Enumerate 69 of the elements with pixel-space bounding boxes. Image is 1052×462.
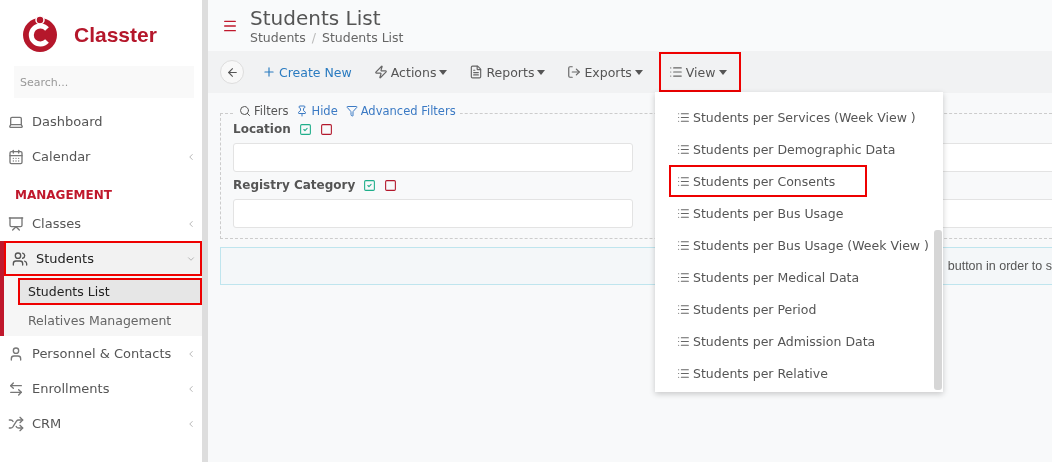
nav-item[interactable]: Calendar	[0, 139, 202, 174]
brand-name: Classter	[74, 23, 157, 47]
filter-link[interactable]: Advanced Filters	[345, 104, 456, 118]
users-icon	[12, 250, 28, 267]
scrollbar[interactable]	[934, 230, 942, 390]
calendar-icon	[8, 148, 24, 165]
menu-item[interactable]: Students per Admission Data	[669, 325, 933, 357]
menu-item[interactable]: Students per Bus Usage (Week View )	[669, 229, 933, 261]
input-field[interactable]	[233, 143, 633, 172]
menu-item[interactable]: Students per Services (Week View )	[669, 101, 933, 133]
export-icon	[567, 65, 582, 79]
breadcrumb-separator: /	[311, 30, 316, 45]
section-heading: MANAGEMENT	[14, 187, 113, 204]
list-icon	[668, 65, 683, 79]
field-label: Location	[233, 122, 291, 136]
page-title: Students List	[250, 6, 382, 30]
toolbar-button[interactable]: Exports	[561, 57, 655, 87]
menu-item[interactable]: Students per Demographic Data	[669, 133, 933, 165]
user-icon	[8, 345, 24, 362]
menu-item[interactable]: Students per Period	[669, 293, 933, 325]
list-icon	[677, 270, 690, 284]
nav-item[interactable]: Personnel & Contacts	[0, 336, 202, 371]
lightning-icon	[373, 65, 388, 79]
list-icon	[677, 238, 690, 252]
check-icon[interactable]	[363, 178, 377, 192]
nav-item[interactable]: Dashboard	[0, 104, 202, 139]
breadcrumb-link[interactable]: Students List	[321, 30, 404, 45]
filter-link[interactable]: Hide	[296, 104, 338, 118]
classroom-icon	[8, 215, 24, 232]
breadcrumb-link[interactable]: Students	[250, 30, 306, 45]
square-icon[interactable]	[319, 122, 333, 136]
nav-item[interactable]: Students	[4, 241, 202, 276]
toolbar-button[interactable]: Reports	[463, 57, 558, 87]
list-icon	[677, 142, 690, 156]
list-icon	[677, 302, 690, 316]
search-field[interactable]: Search...	[14, 66, 194, 98]
list-icon	[677, 174, 690, 188]
menu-item[interactable]: Students per Medical Data	[669, 261, 933, 293]
logo-icon	[20, 15, 60, 55]
back-button[interactable]	[220, 60, 244, 84]
exchange-icon	[8, 380, 24, 397]
menu-item[interactable]: Students per Consents	[669, 165, 867, 197]
alert-text: button in order to s	[947, 259, 1052, 273]
pin-icon	[296, 105, 309, 117]
shuffle-icon	[8, 415, 24, 432]
filters-label: Filters	[239, 104, 289, 118]
menu-item[interactable]: Students per Relative	[669, 357, 933, 389]
toolbar-button[interactable]: View	[658, 52, 741, 92]
nav-item[interactable]: Classes	[0, 206, 202, 241]
nav-subitem[interactable]: Relatives Management	[18, 307, 202, 334]
nav-subitem[interactable]: Students List	[18, 278, 202, 305]
check-icon[interactable]	[298, 122, 312, 136]
list-icon	[677, 206, 690, 220]
field-label: Registry Category	[233, 178, 356, 192]
toolbar-button[interactable]: Actions	[367, 57, 460, 87]
toolbar-button[interactable]: Create New	[256, 57, 364, 87]
input-field[interactable]	[233, 199, 633, 228]
square-icon[interactable]	[384, 178, 398, 192]
menu-item[interactable]: Students per Bus Usage	[669, 197, 933, 229]
plus-icon	[262, 65, 276, 79]
list-icon	[677, 366, 690, 380]
nav-item[interactable]: CRM	[0, 406, 202, 441]
funnel-icon	[345, 105, 358, 117]
nav-item[interactable]: Enrollments	[0, 371, 202, 406]
list-icon	[677, 334, 690, 348]
search-icon	[239, 105, 251, 117]
back-arrow-icon	[225, 65, 239, 79]
document-icon	[469, 65, 484, 79]
list-icon	[677, 110, 690, 124]
